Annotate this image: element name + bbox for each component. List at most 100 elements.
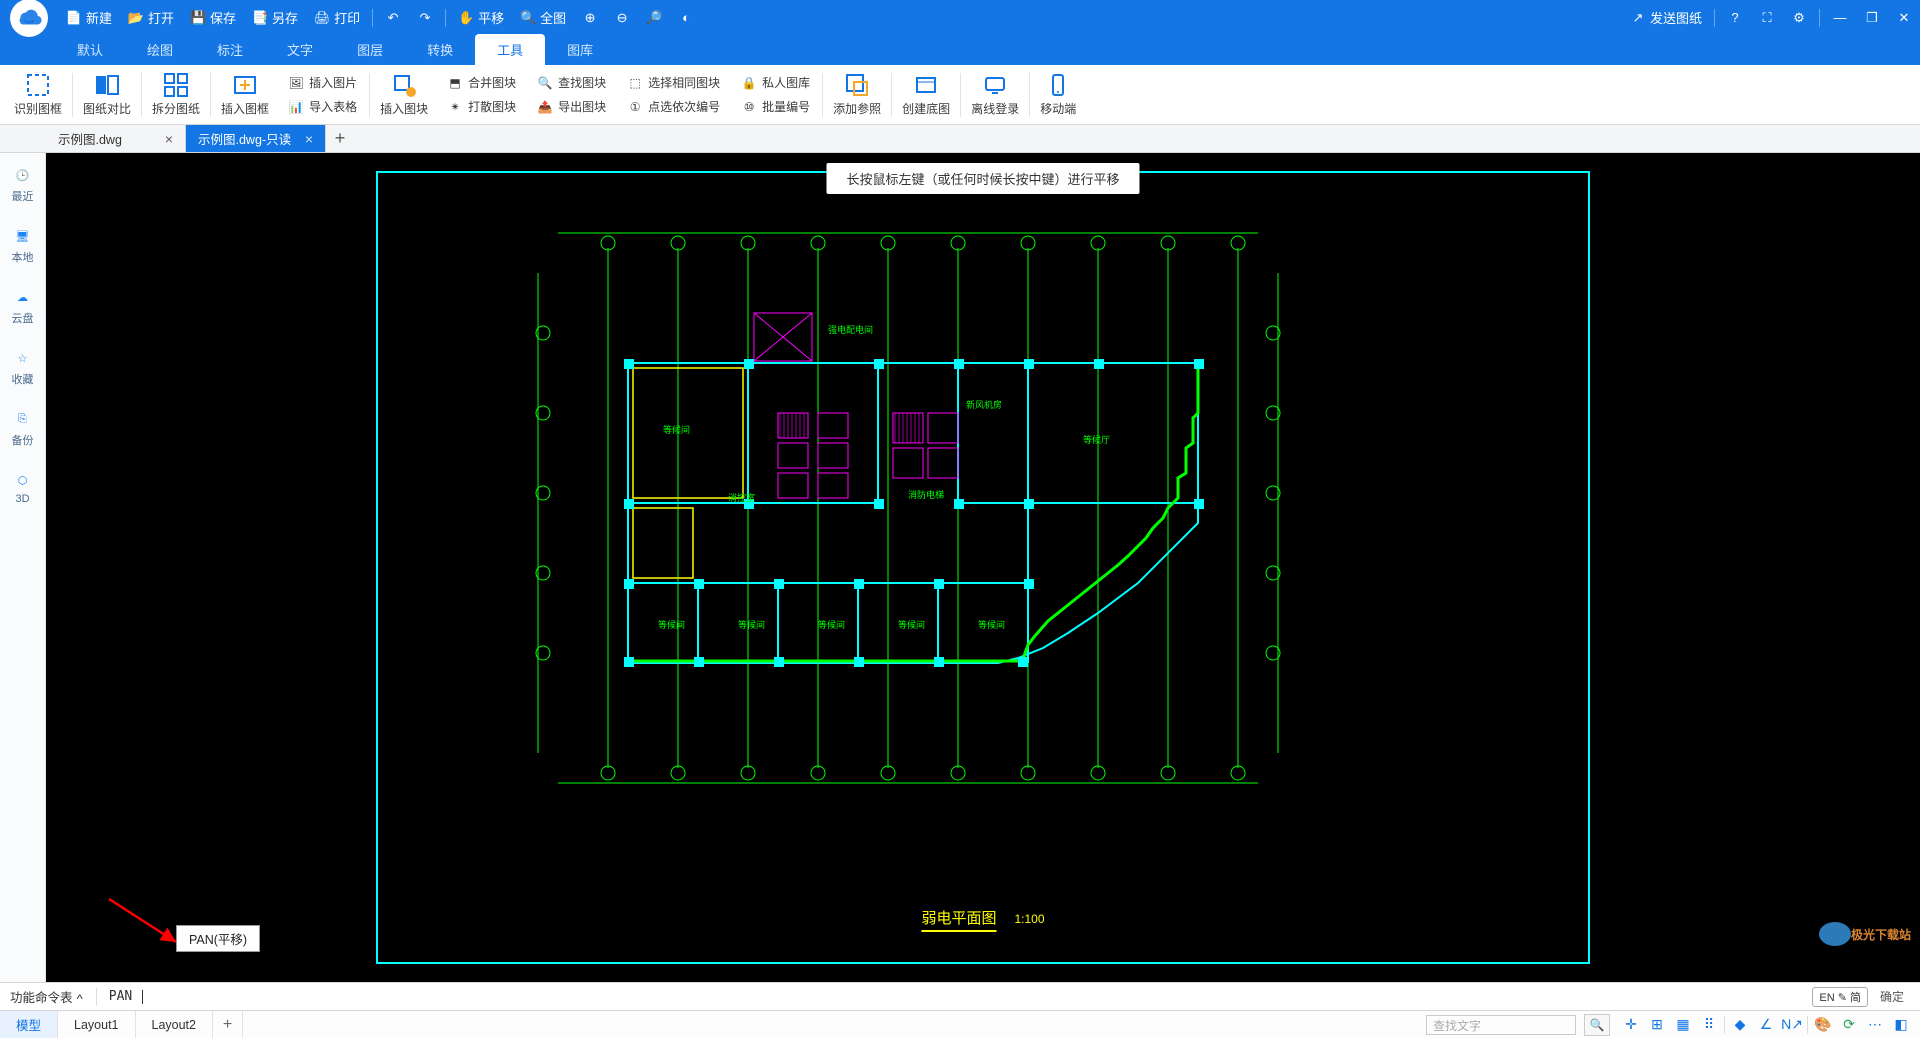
ribbon-split[interactable]: 拆分图纸	[144, 65, 208, 124]
divider	[445, 9, 446, 27]
ribbon-frame-detect[interactable]: 识别图框	[6, 65, 70, 124]
help-button[interactable]: ?	[1719, 0, 1751, 35]
layout-tab-model[interactable]: 模型	[0, 1011, 58, 1038]
status-toggles: ✛ ⊞ ▦ ⠿ ◆ ∠ N↗ 🎨 ⟳ ⋯ ◧	[1612, 1011, 1920, 1038]
zoom-window-button[interactable]: 🔎	[638, 0, 670, 35]
ribbon-private-lib[interactable]: 🔒私人图库	[736, 72, 814, 94]
sidebar-item-favorites[interactable]: ☆收藏	[0, 344, 45, 391]
minimize-button[interactable]: —	[1824, 0, 1856, 35]
menu-tab-layer[interactable]: 图层	[335, 34, 405, 65]
print-button[interactable]: 🖨打印	[306, 0, 368, 35]
app-logo	[10, 0, 48, 37]
split-icon	[163, 72, 189, 98]
sidebar-item-3d[interactable]: ⬡3D	[0, 466, 45, 509]
saveas-button[interactable]: 📑另存	[244, 0, 306, 35]
menu-tab-convert[interactable]: 转换	[405, 34, 475, 65]
ribbon-insert-block[interactable]: 插入图块	[372, 65, 436, 124]
zoom-prev-button[interactable]: ◐	[670, 0, 702, 35]
maximize-button[interactable]: ❐	[1856, 0, 1888, 35]
batch-number-icon: ⑩	[740, 98, 758, 116]
close-icon[interactable]: ×	[305, 131, 313, 147]
zoom-prev-icon: ◐	[678, 10, 694, 26]
add-layout-button[interactable]: +	[213, 1011, 243, 1038]
image-icon: 🖼	[287, 74, 305, 92]
ribbon-find-block[interactable]: 🔍查找图块	[532, 72, 610, 94]
sidebar-item-recent[interactable]: 🕒最近	[0, 161, 45, 208]
sidebar-item-cloud[interactable]: ☁云盘	[0, 283, 45, 330]
share-icon: ↗	[1630, 10, 1646, 26]
hand-icon: ✋	[458, 10, 474, 26]
osnap-toggle[interactable]: ◆	[1729, 1014, 1751, 1036]
pan-button[interactable]: ✋平移	[450, 0, 512, 35]
menu-tab-default[interactable]: 默认	[55, 34, 125, 65]
close-icon[interactable]: ×	[165, 131, 173, 147]
zoom-fit-icon: 🔍	[520, 10, 536, 26]
status-extra-1[interactable]: ⋯	[1864, 1014, 1886, 1036]
find-text-input[interactable]: 查找文字	[1426, 1015, 1576, 1035]
select-same-icon: ⬚	[626, 74, 644, 92]
ribbon-select-same[interactable]: ⬚选择相同图块	[622, 72, 724, 94]
redo-icon: ↷	[417, 10, 433, 26]
sidebar-item-backup[interactable]: ⎘备份	[0, 405, 45, 452]
command-input[interactable]: PAN	[101, 989, 1813, 1004]
menu-tab-draw[interactable]: 绘图	[125, 34, 195, 65]
palette-button[interactable]: 🎨	[1812, 1014, 1834, 1036]
settings-button[interactable]: ⚙	[1783, 0, 1815, 35]
ribbon-batch-number[interactable]: ⑩批量编号	[736, 96, 814, 118]
ribbon-offline[interactable]: 离线登录	[963, 65, 1027, 124]
close-icon: ✕	[1896, 10, 1912, 26]
command-autocomplete[interactable]: PAN(平移)	[176, 925, 260, 952]
ime-indicator[interactable]: EN ✎ 简	[1812, 987, 1868, 1007]
refresh-button[interactable]: ⟳	[1838, 1014, 1860, 1036]
grid-dots-toggle[interactable]: ⠿	[1698, 1014, 1720, 1036]
ribbon-insert-image[interactable]: 🖼插入图片	[283, 72, 361, 94]
ribbon-insert-frame[interactable]: 插入图框	[213, 65, 277, 124]
polar-toggle[interactable]: ∠	[1755, 1014, 1777, 1036]
menu-tab-library[interactable]: 图库	[545, 34, 615, 65]
ortho-toggle[interactable]: ⊞	[1646, 1014, 1668, 1036]
minimize-icon: —	[1832, 10, 1848, 26]
grid-toggle[interactable]: ▦	[1672, 1014, 1694, 1036]
ribbon-xref[interactable]: 添加参照	[825, 65, 889, 124]
search-icon: 🔍	[1590, 1018, 1605, 1032]
explode-icon: ✴	[446, 98, 464, 116]
add-tab-button[interactable]: +	[326, 125, 354, 152]
close-button[interactable]: ✕	[1888, 0, 1920, 35]
room-label: 等候间	[818, 618, 845, 631]
menu-tab-tools[interactable]: 工具	[475, 34, 545, 65]
zoom-out-button[interactable]: ⊖	[606, 0, 638, 35]
command-table-toggle[interactable]: 功能命令表˄	[0, 987, 92, 1006]
ribbon-explode-block[interactable]: ✴打散图块	[442, 96, 520, 118]
ribbon-mobile[interactable]: 移动端	[1032, 65, 1084, 124]
undo-button[interactable]: ↶	[377, 0, 409, 35]
fullscreen-button[interactable]: ⛶	[1751, 0, 1783, 35]
ribbon-export-block[interactable]: 📤导出图块	[532, 96, 610, 118]
menu-tab-annotate[interactable]: 标注	[195, 34, 265, 65]
layout-tab-1[interactable]: Layout1	[58, 1011, 135, 1038]
drawing-border: 等候间 消控室 消防电梯 新风机房 等候厅 等候间 等候间 等候间 等候间 等候…	[376, 171, 1590, 964]
floor-plan: 等候间 消控室 消防电梯 新风机房 等候厅 等候间 等候间 等候间 等候间 等候…	[498, 213, 1468, 897]
ribbon-number-seq[interactable]: ①点选依次编号	[622, 96, 724, 118]
layout-tab-2[interactable]: Layout2	[136, 1011, 213, 1038]
doc-tab-0[interactable]: 示例图.dwg×	[46, 125, 186, 152]
north-toggle[interactable]: N↗	[1781, 1014, 1803, 1036]
ribbon-underlay[interactable]: 创建底图	[894, 65, 958, 124]
save-button[interactable]: 💾保存	[182, 0, 244, 35]
new-button[interactable]: 📄新建	[58, 0, 120, 35]
redo-button[interactable]: ↷	[409, 0, 441, 35]
doc-tab-1[interactable]: 示例图.dwg-只读×	[186, 125, 326, 152]
search-button[interactable]: 🔍	[1584, 1014, 1610, 1036]
zoom-in-button[interactable]: ⊕	[574, 0, 606, 35]
drawing-canvas[interactable]: 长按鼠标左键（或任何时候长按中键）进行平移	[46, 153, 1920, 982]
snap-toggle[interactable]: ✛	[1620, 1014, 1642, 1036]
open-button[interactable]: 📂打开	[120, 0, 182, 35]
menu-tab-text[interactable]: 文字	[265, 34, 335, 65]
send-drawing-button[interactable]: ↗发送图纸	[1622, 0, 1710, 35]
fit-button[interactable]: 🔍全图	[512, 0, 574, 35]
status-extra-2[interactable]: ◧	[1890, 1014, 1912, 1036]
ribbon-compare[interactable]: 图纸对比	[75, 65, 139, 124]
sidebar-item-local[interactable]: 🖥本地	[0, 222, 45, 269]
ribbon-merge-block[interactable]: ⬒合并图块	[442, 72, 520, 94]
ribbon-import-table[interactable]: 📊导入表格	[283, 96, 361, 118]
nav-sidebar: 🕒最近 🖥本地 ☁云盘 ☆收藏 ⎘备份 ⬡3D	[0, 153, 46, 982]
